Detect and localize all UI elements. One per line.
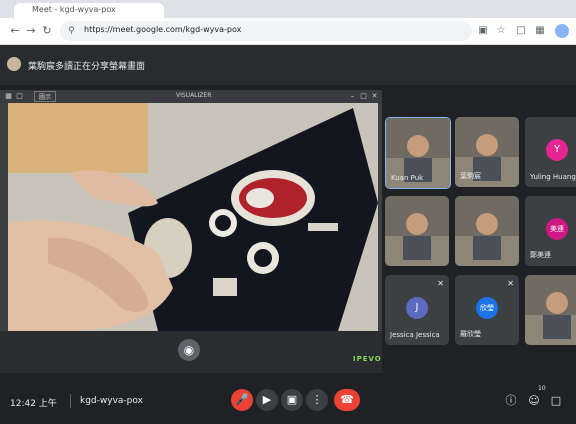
- lock-icon: ⚲: [68, 26, 75, 36]
- participant-avatar: Y: [546, 139, 568, 161]
- participant-video: [385, 196, 449, 266]
- collections-icon[interactable]: ▦: [533, 24, 547, 38]
- participant-tile[interactable]: 欣瑩 ✕ 羅欣瑩: [455, 275, 519, 345]
- tab-meet[interactable]: Meet - kgd-wyva-pox: [14, 3, 164, 18]
- participant-tile[interactable]: Y✕Yuling Huang: [525, 117, 576, 187]
- participant-video: [525, 275, 576, 345]
- close-icon[interactable]: ✕: [370, 92, 379, 101]
- participant-avatar: 欣瑩: [476, 297, 498, 319]
- omnibox[interactable]: ⚲ https://meet.google.com/kgd-wyva-pox: [60, 21, 472, 41]
- meet-area: 葉駒宸多讀正在分享螢幕畫面 ▦ □ 圖示 VISUALIZER – □ ✕ ◉ …: [0, 45, 576, 424]
- visualizer-toolbar: ◉ IPEVO: [0, 331, 382, 373]
- maximize-icon[interactable]: □: [359, 92, 368, 101]
- window-icon[interactable]: □: [15, 92, 24, 101]
- participant-tile[interactable]: [525, 275, 576, 345]
- participant-name: 鄭美連: [530, 251, 551, 259]
- url-text: https://meet.google.com/kgd-wyva-pox: [84, 25, 242, 34]
- participant-tile[interactable]: [455, 196, 519, 266]
- address-bar: ← → ↻ ⚲ https://meet.google.com/kgd-wyva…: [0, 18, 576, 45]
- minimize-icon[interactable]: –: [348, 92, 357, 101]
- camera-permission-icon[interactable]: ▣: [476, 24, 490, 38]
- leave-call-button[interactable]: ☎: [334, 389, 360, 411]
- presenting-banner: 葉駒宸多讀正在分享螢幕畫面: [0, 45, 576, 85]
- participant-name: Yuling Huang: [530, 173, 576, 181]
- grid-icon[interactable]: ▦: [4, 92, 13, 101]
- star-icon[interactable]: ☆: [494, 24, 508, 38]
- mic-off-icon: ✕: [437, 279, 444, 288]
- participant-name: Jessica Jessica: [390, 331, 440, 339]
- meeting-time: 12:42 上午: [10, 399, 57, 409]
- extensions-icon[interactable]: □: [514, 24, 528, 38]
- participant-tile[interactable]: 葉駒宸: [455, 117, 519, 187]
- visualizer-mode[interactable]: 圖示: [34, 91, 57, 102]
- more-options-button[interactable]: ⋮: [306, 389, 328, 411]
- participant-tile[interactable]: [385, 196, 449, 266]
- visualizer-title: VISUALIZER: [176, 92, 212, 99]
- visualizer-titlebar: ▦ □ 圖示 VISUALIZER – □ ✕: [0, 90, 382, 103]
- capture-camera-icon[interactable]: ◉: [178, 339, 200, 361]
- reload-icon[interactable]: ↻: [40, 24, 54, 38]
- meeting-info-icon[interactable]: ⓘ: [503, 393, 519, 409]
- meeting-controls-bar: 12:42 上午 kgd-wyva-pox 🎤 ▶ ▣ ⋮ ☎ ⓘ ☺ 10 □: [0, 380, 576, 424]
- camera-feed: [8, 103, 378, 331]
- participant-tile[interactable]: 美連✕鄭美連: [525, 196, 576, 266]
- participant-video: [455, 196, 519, 266]
- tab-title: Meet - kgd-wyva-pox: [32, 5, 116, 14]
- participant-name: Kuan Puk: [391, 174, 424, 182]
- participant-name: 羅欣瑩: [460, 330, 481, 338]
- participant-avatar: 美連: [546, 218, 568, 240]
- presenter-avatar: [7, 57, 21, 71]
- meeting-code: kgd-wyva-pox: [80, 396, 143, 406]
- participant-avatar: J: [406, 297, 428, 319]
- presenting-text: 葉駒宸多讀正在分享螢幕畫面: [28, 62, 146, 72]
- shared-screen: ▦ □ 圖示 VISUALIZER – □ ✕ ◉ IPEVO: [0, 90, 382, 373]
- participant-tile[interactable]: Kuan Puk: [385, 117, 451, 189]
- people-icon[interactable]: ☺: [526, 393, 542, 409]
- participant-count: 10: [538, 385, 546, 392]
- participant-name: 葉駒宸: [460, 172, 481, 180]
- mic-off-icon: ✕: [507, 279, 514, 288]
- participant-tile[interactable]: J ✕ Jessica Jessica: [385, 275, 449, 345]
- forward-icon[interactable]: →: [24, 24, 38, 38]
- camera-feed-image: [8, 103, 378, 331]
- camera-brand-label: IPEVO: [353, 355, 382, 363]
- camera-toggle-button[interactable]: ▶: [256, 389, 278, 411]
- divider: [70, 394, 71, 408]
- back-icon[interactable]: ←: [8, 24, 22, 38]
- profile-avatar[interactable]: [555, 24, 569, 38]
- chat-icon[interactable]: □: [548, 393, 564, 409]
- present-button[interactable]: ▣: [281, 389, 303, 411]
- mic-off-button[interactable]: 🎤: [231, 389, 253, 411]
- tab-strip: Meet - kgd-wyva-pox: [0, 0, 576, 18]
